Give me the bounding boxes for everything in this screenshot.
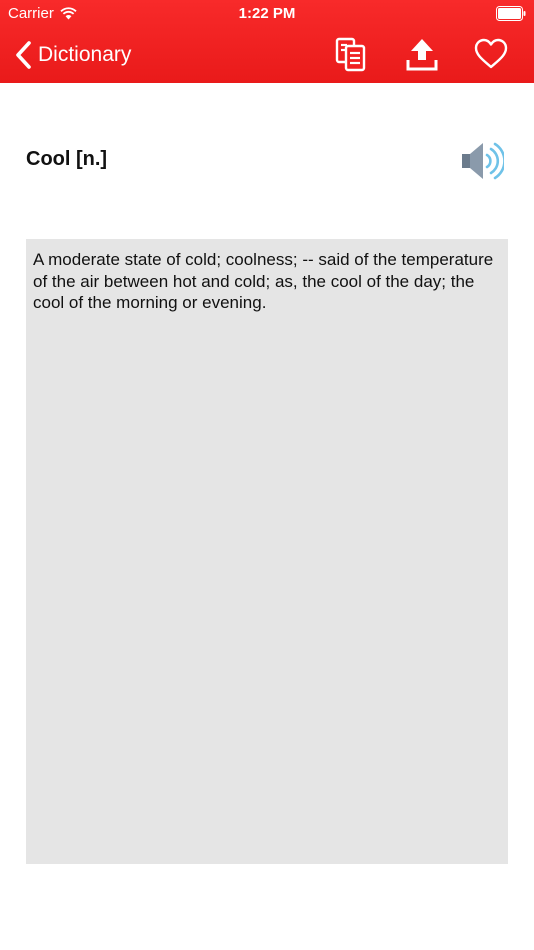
top-bar: Carrier 1:22 PM Dictionary <box>0 0 534 83</box>
status-bar: Carrier 1:22 PM <box>0 0 534 28</box>
status-time: 1:22 PM <box>238 5 296 22</box>
navigation-bar: Dictionary <box>0 28 534 83</box>
share-upload-icon <box>406 39 438 71</box>
share-button[interactable] <box>404 36 440 72</box>
heart-icon <box>474 38 508 69</box>
back-button[interactable]: Dictionary <box>14 38 131 72</box>
battery-icon <box>496 6 526 21</box>
favorite-button[interactable] <box>473 36 509 72</box>
pronounce-button[interactable] <box>460 140 506 182</box>
headword-title: Cool [n.] <box>26 148 108 170</box>
speaker-icon <box>462 142 506 180</box>
copy-button[interactable] <box>333 36 369 72</box>
copy-icon <box>335 37 366 72</box>
back-label: Dictionary <box>38 43 132 66</box>
definition-text: A moderate state of cold; coolness; -- s… <box>26 239 508 864</box>
chevron-left-icon <box>16 41 31 69</box>
